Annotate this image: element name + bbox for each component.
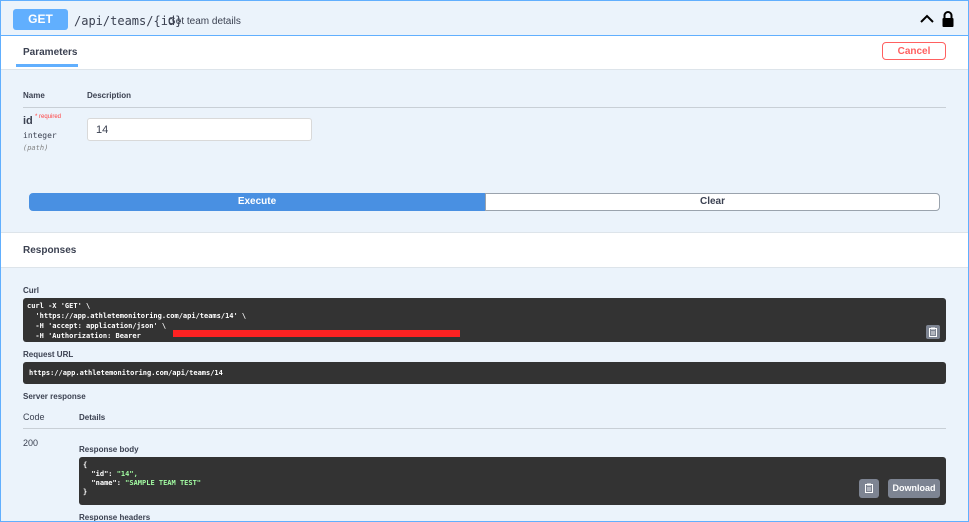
param-required: * required [35, 114, 62, 120]
json-value: "14", [116, 470, 138, 478]
redacted-token [173, 330, 460, 337]
divider [23, 428, 946, 429]
json-brace: { [83, 461, 88, 469]
cancel-button[interactable]: Cancel [882, 42, 946, 60]
json-key: "name": [83, 479, 126, 487]
parameters-header: Parameters Cancel [1, 36, 968, 70]
param-type: integer [23, 131, 57, 140]
curl-line: curl -X 'GET' \ [27, 302, 91, 310]
column-name-header: Name [23, 91, 45, 100]
request-url-label: Request URL [23, 350, 74, 359]
responses-title: Responses [23, 245, 77, 256]
code-column-header: Code [23, 412, 45, 422]
clipboard-icon [929, 327, 937, 337]
clipboard-icon [865, 483, 873, 493]
id-input[interactable] [87, 118, 312, 141]
copy-response-button[interactable] [859, 479, 879, 498]
operation-block: GET /api/teams/{id} Get team details Par… [0, 0, 969, 522]
divider [23, 107, 946, 108]
response-body-block: { "id": "14", "name": "SAMPLE TEAM TEST"… [79, 457, 946, 505]
param-location: (path) [23, 144, 49, 152]
json-line: "name": "SAMPLE TEAM TEST" [83, 479, 201, 488]
response-body-label: Response body [79, 445, 139, 454]
status-code: 200 [23, 438, 39, 448]
operation-summary-text: Get team details [168, 16, 241, 27]
lock-icon[interactable] [941, 10, 955, 28]
curl-line: 'https://app.athletemonitoring.com/api/t… [27, 312, 247, 320]
json-brace: } [83, 488, 88, 496]
method-badge: GET [13, 9, 68, 30]
request-url: https://app.athletemonitoring.com/api/te… [29, 369, 223, 377]
curl-line: -H 'accept: application/json' \ [27, 322, 167, 330]
clear-button[interactable]: Clear [485, 193, 940, 211]
json-value: "SAMPLE TEAM TEST" [125, 479, 202, 487]
details-column-header: Details [79, 413, 106, 422]
operation-path: /api/teams/{id} [74, 14, 183, 28]
tab-parameters[interactable]: Parameters [23, 47, 77, 58]
execute-button[interactable]: Execute [29, 193, 485, 211]
responses-header: Responses [1, 232, 968, 268]
json-key: "id": [83, 470, 117, 478]
curl-label: Curl [23, 286, 39, 295]
tab-underline [16, 64, 78, 67]
chevron-up-icon[interactable] [919, 11, 935, 27]
request-url-block: https://app.athletemonitoring.com/api/te… [23, 362, 946, 384]
server-response-label: Server response [23, 392, 86, 401]
operation-summary[interactable]: GET /api/teams/{id} Get team details [1, 1, 968, 36]
json-line: "id": "14", [83, 470, 138, 479]
response-headers-label: Response headers [79, 513, 151, 522]
download-button[interactable]: Download [888, 479, 940, 498]
curl-code-block: curl -X 'GET' \ 'https://app.athletemoni… [23, 298, 946, 342]
copy-curl-button[interactable] [926, 325, 940, 339]
curl-line: -H 'Authorization: Bearer [27, 332, 146, 340]
column-description-header: Description [87, 91, 132, 100]
param-name: id [23, 115, 33, 127]
